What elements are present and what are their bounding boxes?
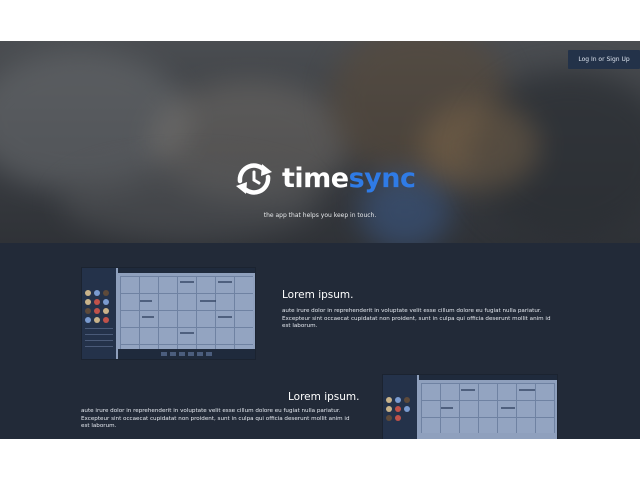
avatar (94, 290, 100, 296)
calendar-event (180, 281, 194, 283)
calendar-event (218, 281, 232, 283)
feature-description: aute irure dolor in reprehenderit in vol… (282, 308, 551, 330)
hero-banner: timesync the app that helps you keep in … (0, 41, 640, 243)
brand-wordmark-time: time (282, 163, 349, 194)
menu-row (85, 328, 113, 329)
features-section: Lorem ipsum. aute irure dolor in reprehe… (0, 243, 640, 439)
toolbar-button (188, 352, 194, 356)
calendar-event (142, 316, 154, 318)
toolbar-button (179, 352, 185, 356)
calendar-event (218, 316, 232, 318)
avatar (94, 317, 100, 323)
avatar (94, 299, 100, 305)
app-screenshot-avatars (386, 397, 414, 421)
hero-background-blur (420, 101, 540, 191)
avatar (386, 415, 392, 421)
app-screenshot-calendar (419, 375, 557, 439)
avatar (85, 317, 91, 323)
calendar-event (140, 300, 152, 302)
menu-row (85, 340, 113, 341)
calendar-event (180, 332, 194, 334)
avatar (386, 397, 392, 403)
app-screenshot-sidebar (82, 268, 116, 359)
login-signup-button[interactable]: Log In or Sign Up (568, 50, 640, 69)
app-screenshot-calendar (118, 268, 255, 359)
avatar (103, 290, 109, 296)
calendar-grid (421, 383, 555, 433)
calendar-event (519, 389, 535, 391)
feature-title: Lorem ipsum. (288, 391, 360, 403)
app-screenshot (81, 267, 256, 360)
calendar-grid (120, 276, 253, 349)
avatar (395, 406, 401, 412)
hero-tagline: the app that helps you keep in touch. (263, 212, 377, 219)
brand-wordmark: timesync (282, 161, 416, 197)
avatar (85, 290, 91, 296)
calendar-header (118, 268, 255, 273)
app-screenshot-sidebar (383, 375, 417, 439)
landing-page: timesync the app that helps you keep in … (0, 0, 640, 480)
toolbar-button (170, 352, 176, 356)
calendar-event (441, 407, 453, 409)
menu-row (85, 346, 113, 347)
calendar-event (501, 407, 515, 409)
avatar (103, 317, 109, 323)
toolbar-button (161, 352, 167, 356)
avatar (94, 308, 100, 314)
calendar-event (461, 389, 475, 391)
calendar-header (419, 375, 557, 380)
avatar (404, 397, 410, 403)
feature-title: Lorem ipsum. (282, 289, 354, 301)
toolbar-button (197, 352, 203, 356)
avatar (386, 406, 392, 412)
avatar (85, 308, 91, 314)
calendar-event (200, 300, 216, 302)
calendar-toolbar (118, 349, 255, 359)
app-screenshot (382, 374, 558, 439)
app-screenshot-avatars (85, 290, 113, 323)
toolbar-button (206, 352, 212, 356)
sync-arrows-icon (236, 163, 272, 195)
avatar (85, 299, 91, 305)
brand-logo[interactable]: timesync (232, 161, 416, 197)
brand-wordmark-sync: sync (348, 163, 416, 194)
feature-description: aute irure dolor in reprehenderit in vol… (81, 408, 350, 430)
avatar (404, 406, 410, 412)
avatar (103, 308, 109, 314)
app-screenshot-menu (85, 328, 113, 352)
avatar (103, 299, 109, 305)
avatar (395, 415, 401, 421)
avatar (395, 397, 401, 403)
menu-row (85, 334, 113, 335)
